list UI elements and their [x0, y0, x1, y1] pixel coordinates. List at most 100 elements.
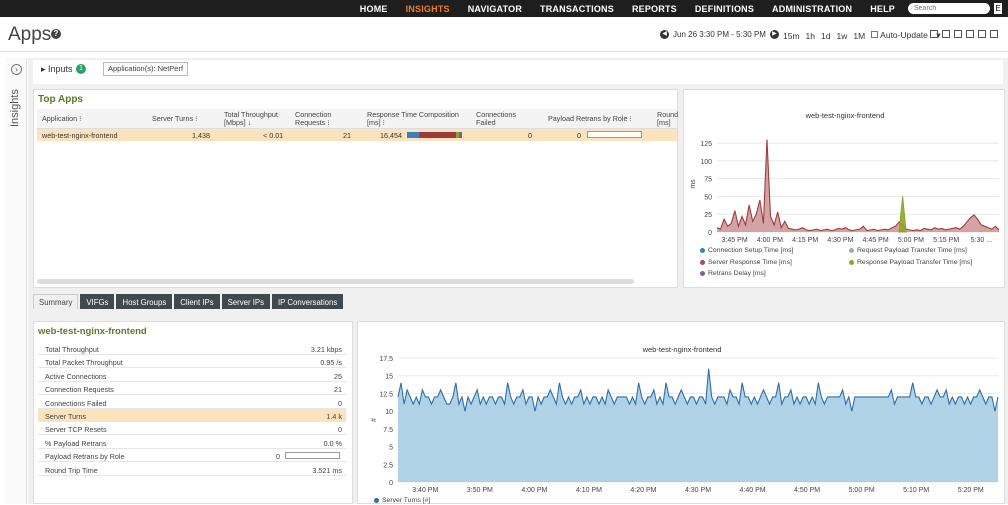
- legend-server-turns[interactable]: Server Turns [#]: [374, 497, 430, 504]
- summary-value: 21: [334, 385, 342, 395]
- legend-dot: [700, 247, 705, 253]
- col-connections-failed-label: Connections Failed: [476, 110, 516, 127]
- tab-vifgs[interactable]: VIFGs: [80, 294, 115, 309]
- legend-label: Server Response Time [ms]: [708, 259, 792, 266]
- cell-conn-requests: 21: [343, 131, 351, 140]
- summary-value: 0: [338, 398, 342, 408]
- application-filter-chip[interactable]: Application(s): NetPerf: [103, 62, 189, 76]
- summary-value: 0: [276, 452, 280, 462]
- top-apps-header: Application ⁝ Server Turns ⁝ Total Throu…: [37, 109, 679, 129]
- server-turns-chart-panel: web-test-nginx-frontend 0 2.5 5 7.5 10 12.5 15…: [357, 321, 1005, 504]
- chart1-legend: Connection Setup Time [ms] Request Paylo…: [684, 90, 1006, 289]
- tab-host-groups[interactable]: Host Groups: [116, 294, 173, 309]
- legend-label: Request Payload Transfer Time [ms]: [857, 247, 967, 254]
- col-response-time[interactable]: Response Time Composition [ms] ⁝: [367, 111, 462, 127]
- summary-value: 0: [338, 425, 342, 435]
- time-range-label[interactable]: Jun 26 3:30 PM - 5:30 PM: [673, 30, 766, 39]
- nav-item-reports[interactable]: REPORTS: [632, 4, 677, 14]
- cell-application[interactable]: web-test-nginx-frontend: [42, 131, 118, 140]
- summary-label: Active Connections: [45, 371, 107, 381]
- range-1h[interactable]: 1h: [806, 31, 815, 41]
- legend-label: Connection Setup Time [ms]: [708, 247, 794, 254]
- summary-row: Server Turns 1.4 k: [38, 409, 346, 422]
- col-response-time-label: Response Time Composition [ms]: [367, 110, 459, 127]
- summary-value: 1.4 k: [326, 412, 342, 421]
- summary-label: Connections Failed: [45, 398, 107, 408]
- page-title: Apps: [8, 24, 52, 45]
- legend-server-response[interactable]: Server Response Time [ms]: [700, 259, 792, 266]
- col-round-trip-label: Round [ms]: [657, 111, 679, 127]
- nav-item-definitions[interactable]: DEFINITIONS: [695, 4, 754, 14]
- nav-item-home[interactable]: HOME: [360, 4, 388, 14]
- range-buttons: 15m 1h 1d 1w 1M Auto-Update ▾: [783, 30, 947, 41]
- summary-value: 0.0 %: [323, 438, 342, 448]
- top-apps-panel: Top Apps Application ⁝ Server Turns ⁝ To…: [33, 89, 678, 288]
- col-application-label: Application: [42, 114, 78, 123]
- summary-row: Connection Requests 21: [38, 382, 346, 396]
- chart2-legend: Server Turns [#]: [358, 322, 1006, 505]
- horizontal-scrollbar[interactable]: [37, 279, 634, 284]
- col-payload-retrans-label: Payload Retrans by Role: [548, 114, 628, 123]
- expand-sidebar-icon[interactable]: ›: [11, 64, 22, 75]
- col-payload-retrans[interactable]: Payload Retrans by Role ⁝: [548, 115, 632, 123]
- summary-row: Payload Retrans by Role 0: [38, 449, 346, 463]
- col-application[interactable]: Application ⁝: [42, 115, 81, 123]
- payload-retrans-bar: [285, 452, 340, 460]
- legend-dot: [700, 259, 705, 265]
- nav-item-administration[interactable]: ADMINISTRATION: [772, 4, 852, 14]
- legend-dot: [849, 259, 854, 265]
- legend-retrans-delay[interactable]: Retrans Delay [ms]: [700, 270, 766, 277]
- wrench-icon[interactable]: [966, 30, 974, 38]
- summary-title: web-test-nginx-frontend: [38, 326, 147, 337]
- inputs-count-badge: 1: [76, 64, 86, 74]
- export-icon[interactable]: [954, 30, 962, 38]
- col-connections-failed[interactable]: Connections Failed: [476, 111, 521, 127]
- range-1w[interactable]: 1w: [836, 31, 847, 41]
- range-15m[interactable]: 15m: [783, 31, 800, 41]
- summary-label: Server Turns: [45, 412, 87, 421]
- tab-server-ips[interactable]: Server IPs: [221, 294, 271, 309]
- summary-label: Server TCP Resets: [45, 425, 107, 435]
- table-row[interactable]: web-test-nginx-frontend 1,438 < 0.01 21 …: [37, 129, 677, 141]
- pdf-icon[interactable]: [942, 30, 950, 38]
- summary-row: % Payload Retrans 0.0 %: [38, 436, 346, 449]
- detail-tabs: Summary VIFGs Host Groups Client IPs Ser…: [33, 294, 345, 309]
- nav-item-help[interactable]: HELP: [870, 4, 895, 14]
- summary-row: Server TCP Resets 0: [38, 422, 346, 436]
- bar-segment-retrans: [459, 132, 462, 138]
- range-1d[interactable]: 1d: [821, 31, 830, 41]
- col-connection-requests-label: Connection Requests: [295, 110, 332, 127]
- nav-item-navigator[interactable]: NAVIGATOR: [468, 4, 522, 14]
- prev-range-icon[interactable]: ◀: [660, 30, 669, 39]
- tab-summary[interactable]: Summary: [33, 294, 79, 309]
- auto-update-checkbox[interactable]: [871, 31, 879, 38]
- calendar-icon[interactable]: [990, 30, 998, 38]
- summary-value: 25: [334, 371, 342, 381]
- payload-retrans-bar: [587, 131, 642, 138]
- search-input[interactable]: [908, 3, 990, 14]
- legend-response-payload[interactable]: Response Payload Transfer Time [ms]: [849, 259, 972, 266]
- tab-ip-conversations[interactable]: IP Conversations: [272, 294, 344, 309]
- popout-icon[interactable]: [978, 30, 986, 38]
- save-icon[interactable]: [930, 30, 938, 38]
- col-round-trip[interactable]: Round [ms]: [657, 111, 679, 127]
- range-1M[interactable]: 1M: [853, 31, 865, 41]
- next-range-icon[interactable]: ▶: [769, 30, 779, 39]
- inputs-toggle[interactable]: ▸ Inputs: [41, 64, 73, 75]
- tab-client-ips[interactable]: Client IPs: [174, 294, 220, 309]
- legend-dot: [849, 247, 854, 253]
- col-server-turns-label: Server Turns: [152, 114, 194, 123]
- col-total-throughput[interactable]: Total Throughput [Mbps] ↓: [224, 111, 284, 127]
- summary-panel: web-test-nginx-frontend Total Throughput…: [33, 321, 353, 504]
- col-server-turns[interactable]: Server Turns ⁝: [152, 115, 197, 123]
- help-icon[interactable]: ?: [51, 29, 61, 39]
- col-connection-requests[interactable]: Connection Requests ⁝: [295, 111, 340, 127]
- response-time-chart-panel: web-test-nginx-frontend 0 25 50 75 100 125 ms 3…: [683, 89, 1005, 288]
- legend-request-payload[interactable]: Request Payload Transfer Time [ms]: [849, 247, 967, 254]
- nav-item-transactions[interactable]: TRANSACTIONS: [540, 4, 614, 14]
- nav-item-insights[interactable]: INSIGHTS: [406, 4, 450, 14]
- summary-label: Round Trip Time: [45, 465, 98, 475]
- top-navigation: HOME INSIGHTS NAVIGATOR TRANSACTIONS REPORTS…: [0, 0, 1008, 17]
- nav-end-button[interactable]: E: [994, 3, 1002, 14]
- legend-connection-setup[interactable]: Connection Setup Time [ms]: [700, 247, 793, 254]
